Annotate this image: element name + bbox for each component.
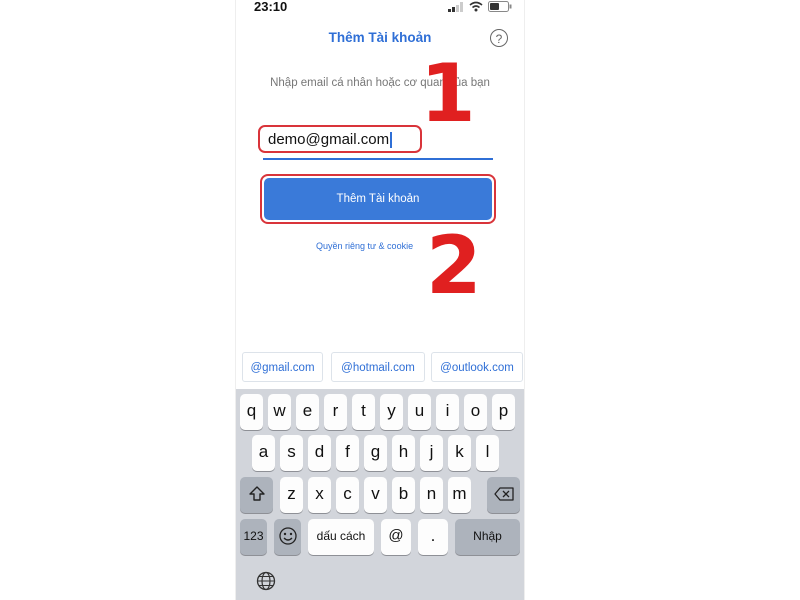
shift-icon	[248, 486, 265, 501]
at-key[interactable]: @	[381, 519, 411, 555]
privacy-cookie-link[interactable]: Quyền riêng tư & cookie	[316, 241, 413, 251]
key-w[interactable]: w	[268, 394, 291, 430]
return-key[interactable]: Nhập	[455, 519, 520, 555]
email-field[interactable]: demo@gmail.com	[268, 131, 389, 148]
key-b[interactable]: b	[392, 477, 415, 513]
signal-icon	[448, 1, 463, 12]
globe-icon	[256, 571, 276, 591]
suggestion-gmail[interactable]: @gmail.com	[242, 352, 323, 382]
key-p[interactable]: p	[492, 394, 515, 430]
keyboard: q w e r t y u i o p a s d f g h j k l z …	[236, 389, 524, 600]
wifi-icon	[469, 1, 483, 12]
suggestion-hotmail[interactable]: @hotmail.com	[331, 352, 425, 382]
status-time: 23:10	[254, 0, 288, 14]
key-e[interactable]: e	[296, 394, 319, 430]
battery-icon	[488, 1, 512, 12]
key-f[interactable]: f	[336, 435, 359, 471]
key-j[interactable]: j	[420, 435, 443, 471]
status-icons	[448, 1, 512, 12]
step-2-annotation: 2	[426, 219, 482, 312]
key-u[interactable]: u	[408, 394, 431, 430]
key-s[interactable]: s	[280, 435, 303, 471]
space-key[interactable]: dấu cách	[308, 519, 374, 555]
key-g[interactable]: g	[364, 435, 387, 471]
key-k[interactable]: k	[448, 435, 471, 471]
key-h[interactable]: h	[392, 435, 415, 471]
emoji-icon	[278, 527, 297, 545]
numbers-key[interactable]: 123	[240, 519, 267, 555]
key-i[interactable]: i	[436, 394, 459, 430]
email-field-highlight: demo@gmail.com	[258, 125, 422, 153]
help-button[interactable]: ?	[490, 29, 508, 47]
text-cursor	[390, 132, 392, 148]
shift-key[interactable]	[240, 477, 273, 513]
email-field-underline	[263, 158, 493, 160]
add-account-button[interactable]: Thêm Tài khoản	[264, 178, 492, 220]
key-x[interactable]: x	[308, 477, 331, 513]
key-a[interactable]: a	[252, 435, 275, 471]
suggestion-outlook[interactable]: @outlook.com	[431, 352, 523, 382]
emoji-key[interactable]	[274, 519, 301, 555]
key-v[interactable]: v	[364, 477, 387, 513]
backspace-key[interactable]	[487, 477, 520, 513]
step-1-annotation: 1	[420, 47, 476, 140]
key-r[interactable]: r	[324, 394, 347, 430]
dot-key[interactable]: .	[418, 519, 448, 555]
key-n[interactable]: n	[420, 477, 443, 513]
key-q[interactable]: q	[240, 394, 263, 430]
key-z[interactable]: z	[280, 477, 303, 513]
backspace-icon	[493, 487, 514, 501]
key-c[interactable]: c	[336, 477, 359, 513]
page-title: Thêm Tài khoản	[328, 30, 432, 45]
key-m[interactable]: m	[448, 477, 471, 513]
key-l[interactable]: l	[476, 435, 499, 471]
key-o[interactable]: o	[464, 394, 487, 430]
key-d[interactable]: d	[308, 435, 331, 471]
key-t[interactable]: t	[352, 394, 375, 430]
key-y[interactable]: y	[380, 394, 403, 430]
globe-key[interactable]	[256, 571, 276, 596]
